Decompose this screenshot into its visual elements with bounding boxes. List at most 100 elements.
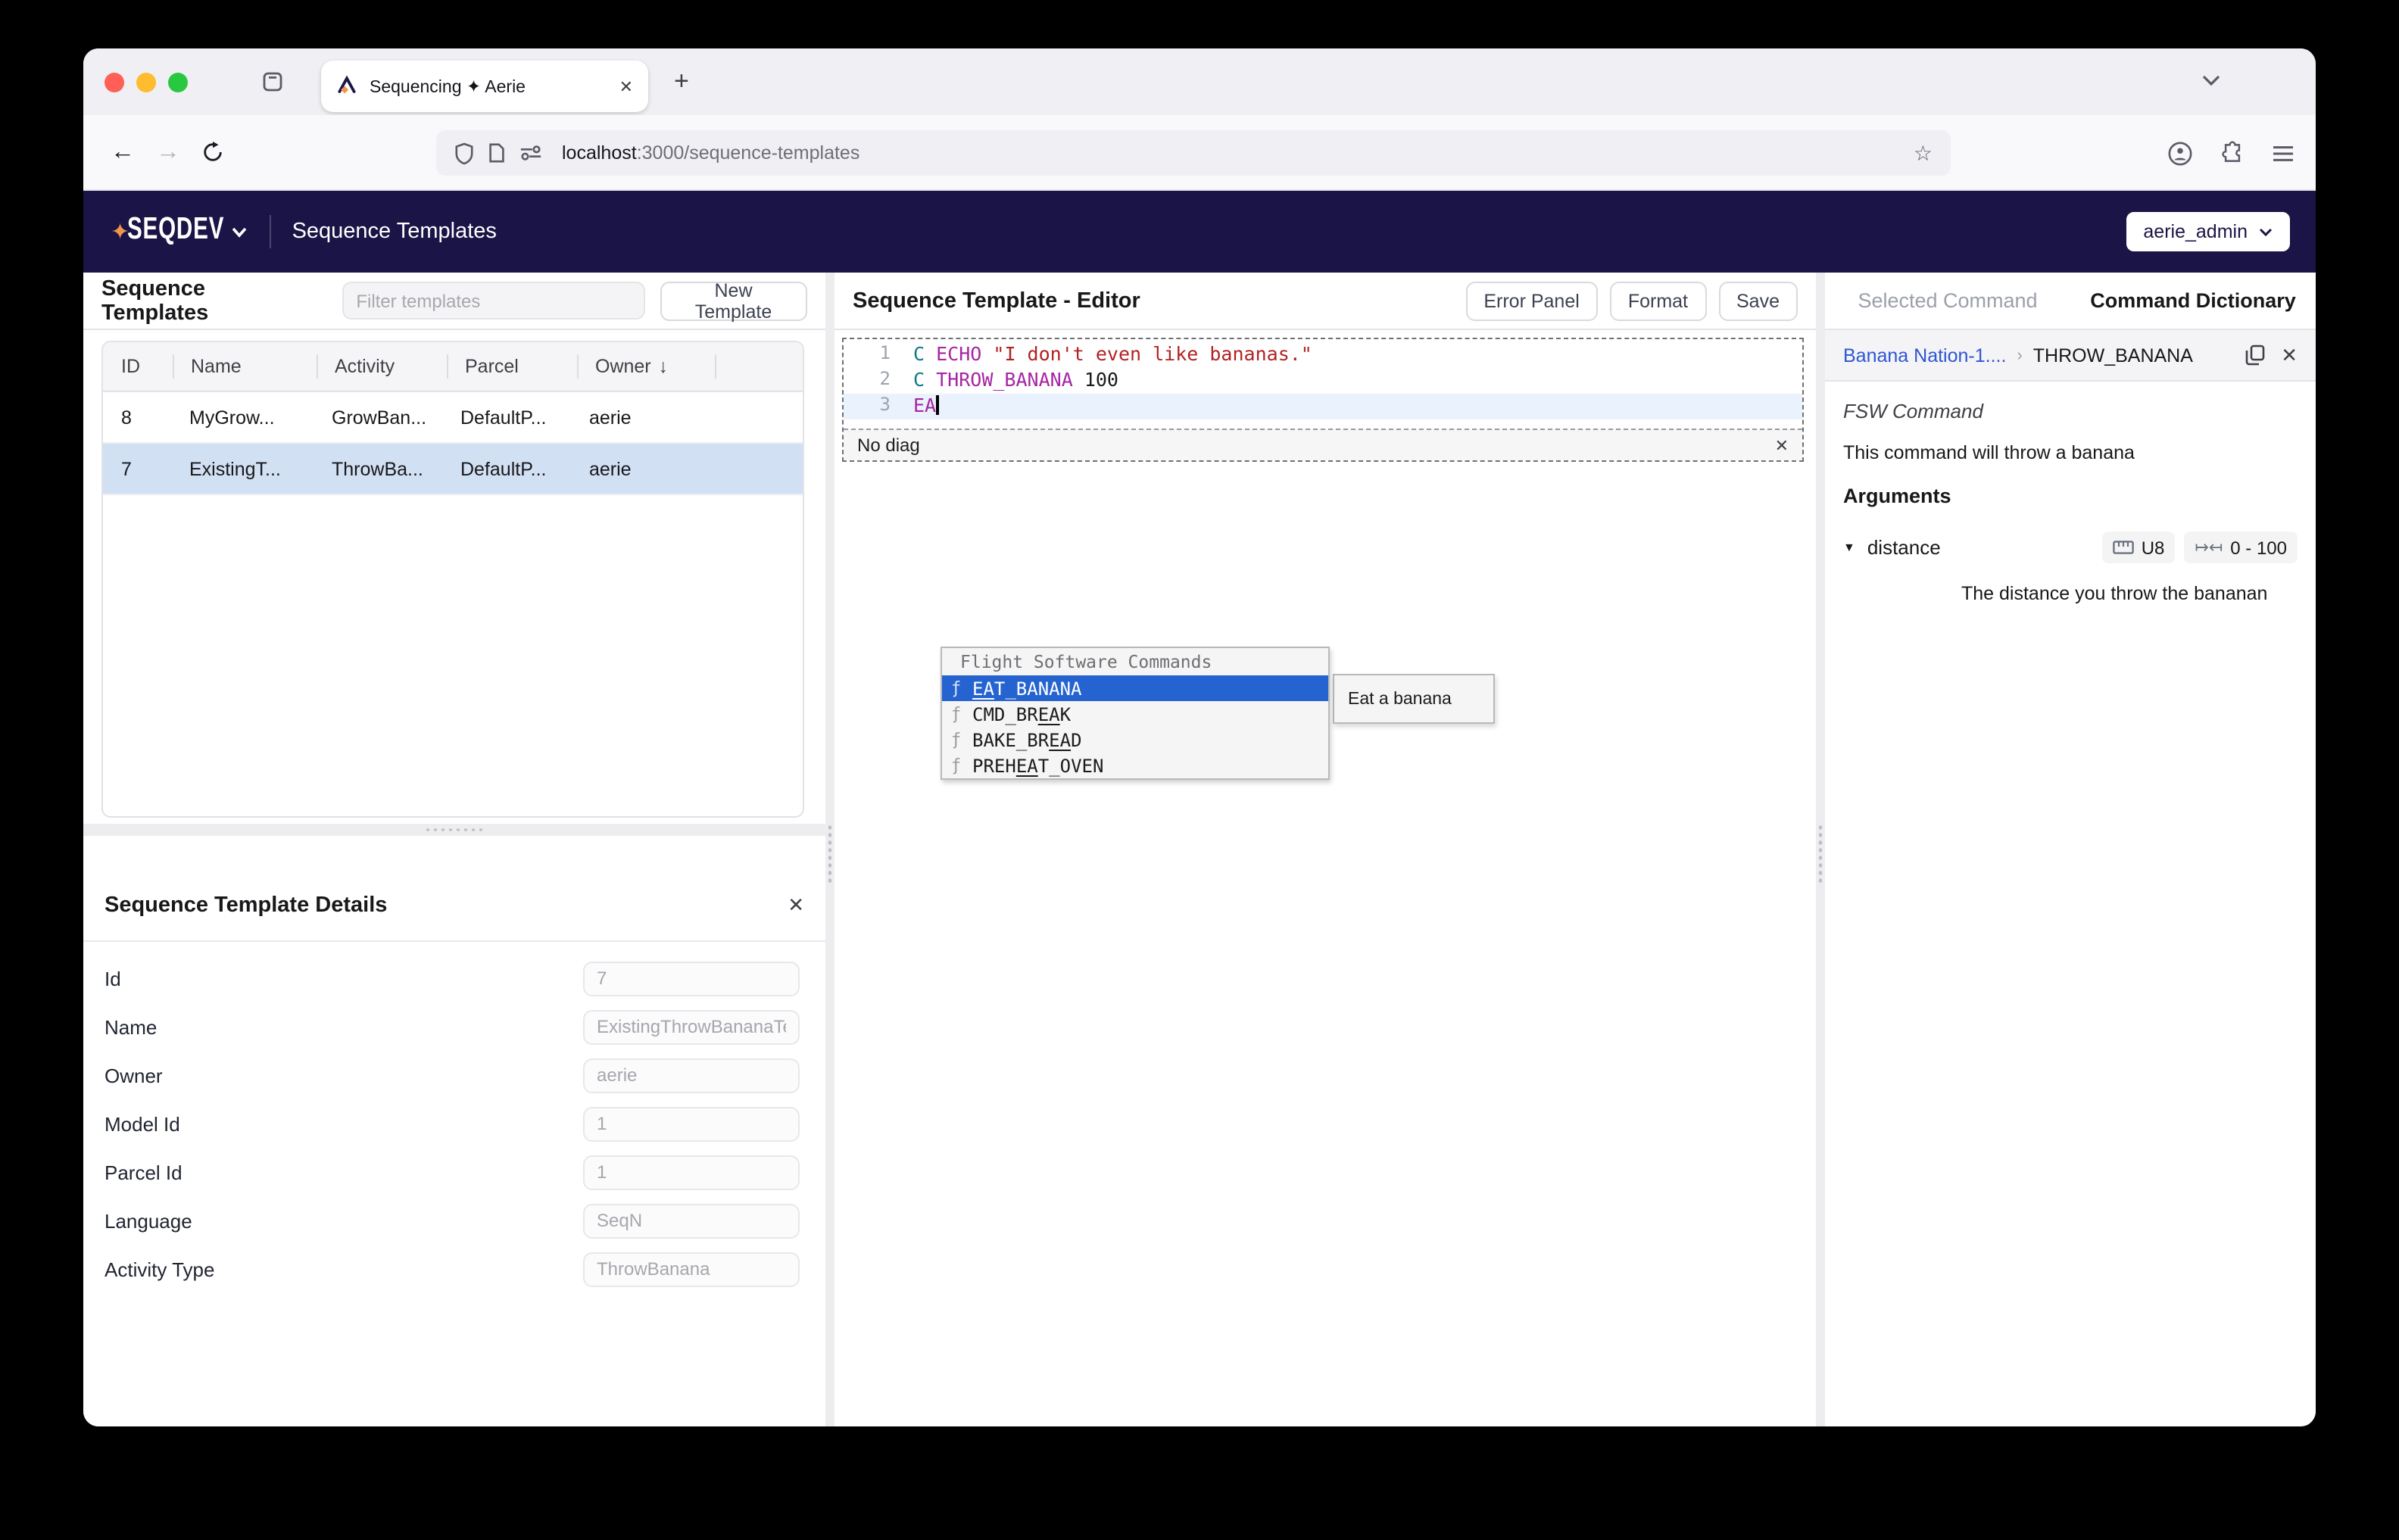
field-label: Name [105, 1015, 583, 1038]
details-close-icon[interactable]: ✕ [788, 893, 804, 917]
column-header-activity[interactable]: Activity [318, 356, 447, 377]
back-button[interactable]: ← [111, 139, 135, 166]
command-details: FSW Command This command will throw a ba… [1825, 382, 2316, 604]
bookmark-star-icon[interactable]: ☆ [1914, 140, 1933, 166]
ruler-icon [2113, 541, 2134, 554]
editor-gutter: 123 [844, 342, 906, 430]
field-input-parcel-id[interactable] [583, 1155, 800, 1189]
autocomplete-item[interactable]: ƒCMD_BREAK [942, 701, 1328, 727]
editor-code-lines: C ECHO "I don't even like bananas."C THR… [906, 342, 1802, 430]
field-input-language[interactable] [583, 1203, 800, 1238]
code-token: "I don't even like bananas." [993, 342, 1312, 365]
field-input-name[interactable] [583, 1009, 800, 1044]
new-tab-button[interactable]: + [674, 67, 689, 97]
template-details-panel: Sequence Template Details ✕ Id Name Owner M… [83, 836, 825, 1426]
tab-manager-icon[interactable] [260, 70, 285, 94]
save-button[interactable]: Save [1718, 281, 1798, 320]
field-label: Id [105, 967, 583, 990]
table-cell: ExistingT... [173, 458, 315, 479]
template-details-header: Sequence Template Details ✕ [83, 836, 825, 940]
tab-title: Sequencing ✦ Aerie [370, 76, 607, 97]
zoom-window-button[interactable] [168, 72, 188, 92]
field-input-id[interactable] [583, 961, 800, 996]
tab-list-chevron-icon[interactable] [2201, 73, 2222, 88]
argument-row[interactable]: ▼ distance U8 ↦↤ 0 - 100 [1843, 532, 2298, 563]
field-label: Parcel Id [105, 1161, 583, 1183]
main-content: Sequence Templates New Template IDNameAc… [83, 273, 2316, 1426]
minimize-window-button[interactable] [136, 72, 156, 92]
tab-command-dictionary[interactable]: Command Dictionary [2070, 273, 2316, 329]
field-input-owner[interactable] [583, 1058, 800, 1093]
account-icon[interactable] [2167, 140, 2193, 166]
arguments-title: Arguments [1843, 485, 2298, 507]
editor-buttons: Error Panel Format Save [1465, 281, 1798, 320]
field-input-activity-type[interactable] [583, 1252, 800, 1286]
copy-icon[interactable] [2245, 344, 2266, 366]
field-label: Activity Type [105, 1258, 583, 1280]
tab-favicon-aerie-icon [336, 76, 357, 97]
code-token [925, 368, 936, 391]
templates-table-body: 8MyGrow...GrowBan...DefaultP...aerie7Exi… [103, 392, 803, 495]
permissions-toggle-icon[interactable] [519, 144, 542, 162]
command-description: This command will throw a banana [1843, 442, 2298, 463]
shield-icon[interactable] [454, 142, 474, 164]
horizontal-splitter[interactable] [83, 824, 825, 836]
vertical-splitter-left[interactable] [825, 273, 835, 1426]
reload-icon[interactable] [201, 141, 224, 164]
autocomplete-header: Flight Software Commands [942, 648, 1328, 675]
splitter-grip-icon [1817, 824, 1823, 884]
tab-selected-command[interactable]: Selected Command [1825, 273, 2070, 329]
table-cell: aerie [572, 458, 709, 479]
function-icon: ƒ [951, 756, 963, 775]
table-row[interactable]: 7ExistingT...ThrowBa...DefaultP...aerie [103, 444, 803, 495]
field-input-model-id[interactable] [583, 1106, 800, 1141]
detail-field-row: Activity Type [83, 1245, 825, 1293]
browser-tab-active[interactable]: Sequencing ✦ Aerie ✕ [321, 61, 648, 112]
column-header-id[interactable]: ID [103, 356, 173, 377]
range-badge: ↦↤ 0 - 100 [2184, 532, 2298, 563]
field-label: Model Id [105, 1112, 583, 1135]
format-button[interactable]: Format [1610, 281, 1706, 320]
editor-panel-title: Sequence Template - Editor [853, 288, 1140, 313]
table-cell: DefaultP... [444, 458, 572, 479]
column-header-name[interactable]: Name [174, 356, 317, 377]
url-text[interactable]: localhost:3000/sequence-templates [562, 142, 1900, 164]
table-row[interactable]: 8MyGrow...GrowBan...DefaultP...aerie [103, 392, 803, 444]
error-panel-button[interactable]: Error Panel [1465, 281, 1597, 320]
function-icon: ƒ [951, 730, 963, 750]
detail-field-row: Name [83, 1002, 825, 1051]
new-template-button[interactable]: New Template [660, 281, 807, 320]
code-grid: 123 C ECHO "I don't even like bananas."C… [844, 339, 1802, 430]
extensions-puzzle-icon[interactable] [2220, 141, 2245, 165]
dictionary-link[interactable]: Banana Nation-1.... [1843, 344, 2006, 366]
function-icon: ƒ [951, 704, 963, 724]
column-header-parcel[interactable]: Parcel [448, 356, 577, 377]
app-menu-chevron-icon[interactable] [230, 225, 248, 238]
expand-triangle-icon[interactable]: ▼ [1843, 541, 1855, 554]
user-menu-button[interactable]: aerie_admin [2126, 212, 2290, 251]
diagnostics-close-icon[interactable]: ✕ [1775, 435, 1789, 455]
close-window-button[interactable] [105, 72, 124, 92]
column-header-owner[interactable]: Owner↓ [579, 356, 715, 377]
field-label: Owner [105, 1064, 583, 1086]
filter-templates-input[interactable] [342, 282, 644, 320]
table-cell: aerie [572, 407, 709, 428]
url-bar[interactable]: localhost:3000/sequence-templates ☆ [436, 130, 1951, 176]
header-divider [270, 215, 271, 248]
url-path: :3000/sequence-templates [637, 142, 860, 164]
command-close-icon[interactable]: ✕ [2281, 343, 2298, 367]
gutter-line-number: 3 [844, 394, 906, 419]
column-separator [715, 354, 716, 379]
page-info-icon[interactable] [488, 142, 506, 164]
forward-button[interactable]: → [156, 139, 180, 166]
autocomplete-item[interactable]: ƒPREHEAT_OVEN [942, 753, 1328, 778]
vertical-splitter-right[interactable] [1816, 273, 1825, 1426]
menu-hamburger-icon[interactable] [2272, 143, 2294, 163]
tab-close-icon[interactable]: ✕ [619, 76, 633, 96]
autocomplete-item[interactable]: ƒBAKE_BREAD [942, 727, 1328, 753]
logo-text: SEQDEV [126, 212, 223, 248]
function-icon: ƒ [951, 678, 963, 698]
type-badge: U8 [2102, 532, 2176, 563]
code-editor[interactable]: 123 C ECHO "I don't even like bananas."C… [842, 338, 1804, 462]
autocomplete-item[interactable]: ƒEAT_BANANA [942, 675, 1328, 701]
